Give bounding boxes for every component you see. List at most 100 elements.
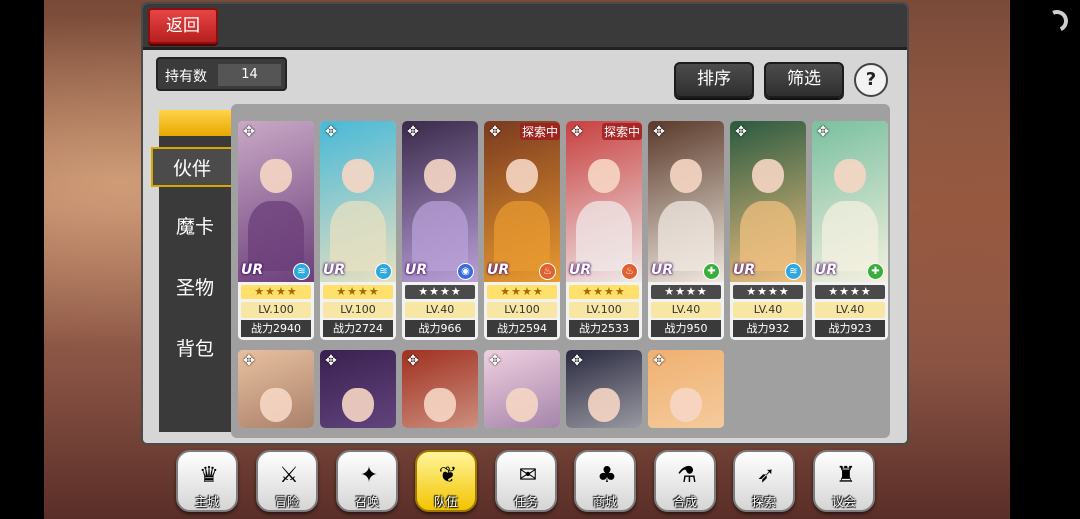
nav-label: 任务 (513, 495, 538, 509)
partner-card[interactable]: ✥ UR ✚ ★★★★ LV.40 战力950 (648, 121, 724, 340)
portrait-face (588, 388, 620, 422)
rank-emblem-icon: ✥ (243, 124, 255, 140)
rarity-label: UR (815, 262, 838, 278)
partner-card[interactable]: ✥ UR ≋ ★★★★ LV.100 战力2940 (238, 121, 314, 340)
partner-portrait: ✥ (566, 350, 642, 428)
partner-portrait: ✥ (238, 350, 314, 428)
filter-button[interactable]: 筛选 (764, 62, 844, 98)
partner-card[interactable]: ✥ UR ✚ ★★★★ LV.40 战力923 (812, 121, 888, 340)
partner-portrait: ✥ (648, 350, 724, 428)
party-panel: 返回 持有数 14 排序 筛选 ? 伙伴 魔卡 圣物 背包 ✥ UR ≋ ★★★★ LV… (141, 2, 909, 445)
partner-card[interactable]: ✥ (484, 350, 560, 428)
rank-emblem-icon: ✥ (817, 124, 829, 140)
partner-portrait: ✥ (402, 350, 478, 428)
portrait-body (494, 201, 550, 271)
partner-card[interactable]: ✥ (648, 350, 724, 428)
portrait-face (834, 159, 866, 193)
tab-partners[interactable]: 伙伴 (151, 147, 231, 187)
level-label: LV.40 (733, 302, 803, 318)
nav-label: 合成 (672, 495, 697, 509)
crossed-swords-icon: ⚔ (279, 463, 299, 488)
tab-relics[interactable]: 圣物 (159, 268, 231, 308)
wind-icon: ≋ (785, 263, 802, 280)
nav-quest-book[interactable]: ✉ 任务 (495, 450, 557, 514)
summon-cards-icon: ✦ (359, 463, 379, 488)
power-label: 战力2940 (241, 320, 311, 337)
portrait-face (670, 159, 702, 193)
partner-card[interactable]: ✥ UR ◉ ★★★★ LV.40 战力966 (402, 121, 478, 340)
exploring-badge: 探索中 (519, 123, 560, 140)
portrait-face (260, 159, 292, 193)
wood-icon: ✚ (703, 263, 720, 280)
partner-card[interactable]: ✥ (238, 350, 314, 428)
star-rating: ★★★★ (241, 285, 311, 299)
power-label: 战力2533 (569, 320, 639, 337)
nav-castle[interactable]: ♛ 主城 (176, 450, 238, 514)
nav-explore-bow[interactable]: ➶ 探索 (733, 450, 795, 514)
partner-card[interactable]: ✥ 探索中 UR ♨ ★★★★ LV.100 战力2533 (566, 121, 642, 340)
holdings-counter: 持有数 14 (156, 57, 287, 91)
wind-icon: ≋ (375, 263, 392, 280)
power-label: 战力2594 (487, 320, 557, 337)
tab-magic-cards[interactable]: 魔卡 (159, 207, 231, 247)
help-button[interactable]: ? (854, 63, 888, 97)
nav-label: 商城 (592, 495, 617, 509)
explore-bow-icon: ➶ (756, 463, 776, 488)
quest-book-icon: ✉ (518, 463, 538, 488)
castle-icon: ♛ (199, 463, 219, 488)
fire-icon: ♨ (621, 263, 638, 280)
portrait-face (424, 388, 456, 422)
partner-card[interactable]: ✥ (320, 350, 396, 428)
rank-emblem-icon: ✥ (653, 353, 665, 369)
partner-card[interactable]: ✥ (402, 350, 478, 428)
partner-card[interactable]: ✥ UR ≋ ★★★★ LV.40 战力932 (730, 121, 806, 340)
left-letterbox (0, 0, 44, 519)
portrait-body (576, 201, 632, 271)
nav-team-wings[interactable]: ❦ 队伍 (415, 450, 477, 514)
rank-emblem-icon: ✥ (489, 124, 501, 140)
wood-icon: ✚ (867, 263, 884, 280)
wind-icon: ≋ (293, 263, 310, 280)
nav-label: 主城 (194, 495, 219, 509)
portrait-face (506, 159, 538, 193)
holdings-label: 持有数 (165, 69, 207, 85)
partner-portrait: ✥ (320, 350, 396, 428)
star-rating: ★★★★ (323, 285, 393, 299)
partner-portrait: ✥ UR ≋ (730, 121, 806, 282)
panel-header: 返回 (143, 4, 907, 50)
nav-label: 召唤 (354, 495, 379, 509)
star-rating: ★★★★ (405, 285, 475, 299)
star-rating: ★★★★ (733, 285, 803, 299)
nav-crossed-swords[interactable]: ⚔ 冒险 (256, 450, 318, 514)
portrait-face (506, 388, 538, 422)
tab-backpack[interactable]: 背包 (159, 329, 231, 369)
partner-portrait: ✥ UR ◉ (402, 121, 478, 282)
power-label: 战力966 (405, 320, 475, 337)
level-label: LV.100 (569, 302, 639, 318)
portrait-face (260, 388, 292, 422)
partner-portrait: ✥ 探索中 UR ♨ (566, 121, 642, 282)
rank-emblem-icon: ✥ (735, 124, 747, 140)
level-label: LV.100 (487, 302, 557, 318)
level-label: LV.40 (651, 302, 721, 318)
partner-card[interactable]: ✥ 探索中 UR ♨ ★★★★ LV.100 战力2594 (484, 121, 560, 340)
nav-shop-mushroom[interactable]: ♣ 商城 (574, 450, 636, 514)
nav-council-crown[interactable]: ♜ 议会 (813, 450, 875, 514)
nav-alchemy-flask[interactable]: ⚗ 合成 (654, 450, 716, 514)
partner-portrait: ✥ 探索中 UR ♨ (484, 121, 560, 282)
sort-button[interactable]: 排序 (674, 62, 754, 98)
nav-summon-cards[interactable]: ✦ 召唤 (336, 450, 398, 514)
back-button[interactable]: 返回 (148, 8, 218, 44)
nav-label: 议会 (831, 495, 856, 509)
power-label: 战力923 (815, 320, 885, 337)
rarity-label: UR (569, 262, 592, 278)
partner-portrait: ✥ (484, 350, 560, 428)
rarity-label: UR (241, 262, 264, 278)
partner-card[interactable]: ✥ UR ≋ ★★★★ LV.100 战力2724 (320, 121, 396, 340)
partner-card[interactable]: ✥ (566, 350, 642, 428)
partner-grid: ✥ UR ≋ ★★★★ LV.100 战力2940 ✥ UR ≋ ★★★★ LV.100 战力2724… (231, 104, 890, 438)
portrait-body (248, 201, 304, 271)
rarity-label: UR (487, 262, 510, 278)
star-rating: ★★★★ (651, 285, 721, 299)
portrait-face (424, 159, 456, 193)
